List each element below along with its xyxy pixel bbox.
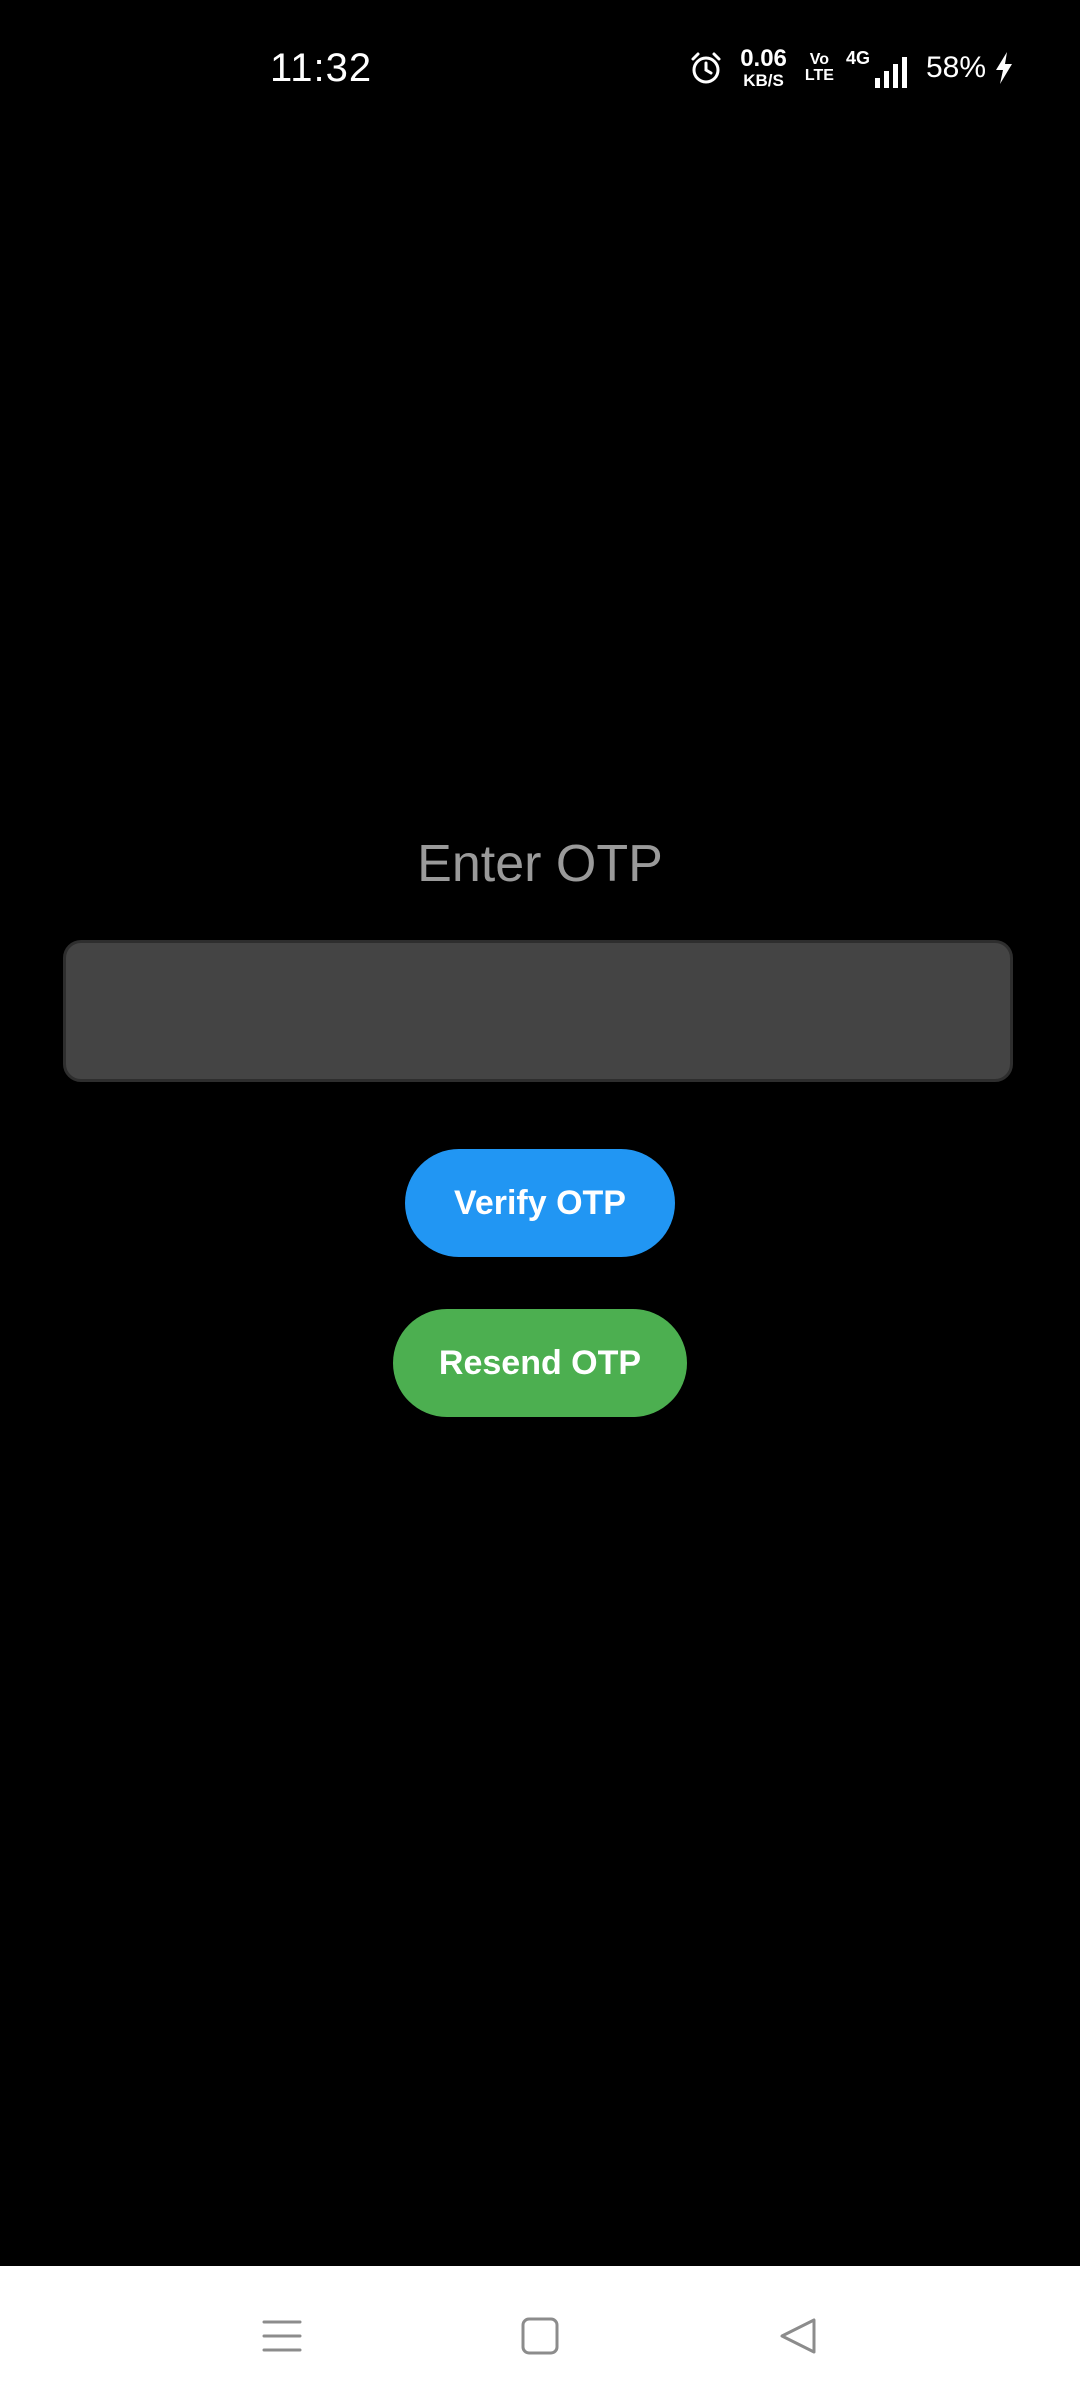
- otp-input[interactable]: [63, 940, 1013, 1082]
- net-speed: 0.06 KB/S: [740, 45, 787, 90]
- signal-icon: [874, 56, 908, 88]
- volte-bottom: LTE: [804, 67, 834, 84]
- net-speed-unit: KB/S: [743, 71, 784, 90]
- battery-percentage: 58%: [925, 51, 986, 84]
- otp-title: Enter OTP: [417, 835, 663, 893]
- status-bar: 11:32 0.06 KB/S Vo LTE 4G 58%: [0, 0, 1080, 140]
- recent-apps-button[interactable]: [242, 2296, 322, 2376]
- net-speed-value: 0.06: [740, 45, 787, 72]
- home-button[interactable]: [500, 2296, 580, 2376]
- back-button[interactable]: [758, 2296, 838, 2376]
- status-time: 11:32: [270, 46, 373, 90]
- volte-top: Vo: [809, 51, 830, 68]
- signal-group: 4G: [846, 48, 908, 88]
- alarm-icon: [688, 50, 724, 86]
- home-icon: [520, 2316, 560, 2356]
- verify-otp-button[interactable]: Verify OTP: [405, 1149, 675, 1257]
- charging-icon: [996, 51, 1014, 85]
- back-icon: [778, 2316, 818, 2356]
- network-type: 4G: [845, 48, 870, 68]
- navigation-bar: [0, 2266, 1080, 2400]
- volte-indicator: Vo LTE: [805, 52, 834, 84]
- resend-otp-button[interactable]: Resend OTP: [393, 1309, 687, 1417]
- status-icons: 0.06 KB/S Vo LTE 4G 58%: [688, 44, 1014, 92]
- menu-icon: [262, 2316, 302, 2356]
